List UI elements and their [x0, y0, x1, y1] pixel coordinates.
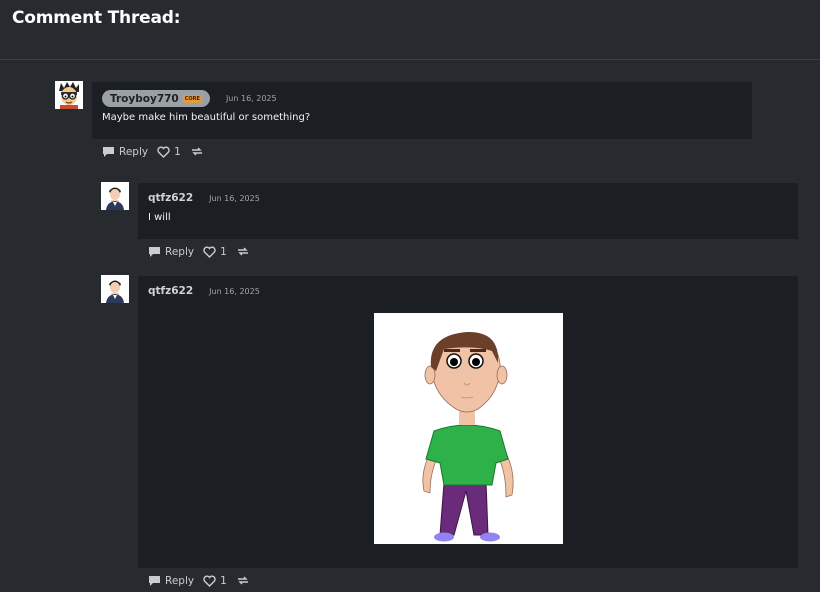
like-count: 1 — [220, 246, 227, 258]
username[interactable]: qtfz622 — [148, 192, 193, 204]
cartoon-character-image — [374, 313, 563, 544]
page-title: Comment Thread: — [12, 8, 181, 28]
comment-date: Jun 16, 2025 — [209, 286, 260, 296]
page-header: Comment Thread: — [0, 0, 820, 60]
like-button[interactable]: 1 — [203, 246, 227, 258]
comment-actions: Reply 1 — [148, 575, 263, 587]
comment-meta: Troyboy770 CORE Jun 16, 2025 — [102, 90, 277, 107]
comment-bubble: qtfz622 Jun 16, 2025 I will — [138, 183, 798, 239]
username[interactable]: qtfz622 — [148, 285, 193, 297]
comment-bubble: qtfz622 Jun 16, 2025 — [138, 276, 798, 568]
comment-icon — [149, 247, 160, 257]
comment-bubble: Troyboy770 CORE Jun 16, 2025 Maybe make … — [92, 82, 752, 139]
comment-actions: Reply 1 — [148, 246, 263, 258]
comment-date: Jun 16, 2025 — [225, 94, 277, 103]
avatar[interactable] — [101, 182, 129, 210]
attached-image[interactable] — [374, 313, 563, 544]
core-badge: CORE — [182, 94, 202, 103]
comment-icon — [103, 147, 114, 157]
avatar[interactable] — [55, 81, 83, 109]
username[interactable]: Troyboy770 — [110, 93, 179, 105]
like-count: 1 — [220, 575, 227, 587]
repost-icon — [191, 147, 202, 156]
like-button[interactable]: 1 — [157, 146, 181, 158]
comment-date: Jun 16, 2025 — [209, 193, 260, 203]
like-button[interactable]: 1 — [203, 575, 227, 587]
reply-button[interactable]: Reply — [148, 246, 194, 258]
comment-actions: Reply 1 — [102, 146, 217, 158]
repost-button[interactable] — [236, 575, 254, 587]
reply-button[interactable]: Reply — [148, 575, 194, 587]
repost-button[interactable] — [190, 146, 208, 158]
reply-button[interactable]: Reply — [102, 146, 148, 158]
reply-label: Reply — [165, 575, 195, 587]
heart-icon — [203, 575, 216, 587]
repost-icon — [237, 247, 248, 256]
reply-label: Reply — [165, 246, 195, 258]
reply-label: Reply — [119, 146, 149, 158]
avatar[interactable] — [101, 275, 129, 303]
repost-icon — [237, 576, 248, 585]
comment-text: Maybe make him beautiful or something? — [102, 112, 311, 123]
comment-text: I will — [148, 212, 171, 223]
comment-icon — [149, 576, 160, 586]
comment-meta: qtfz622 Jun 16, 2025 — [148, 192, 260, 204]
heart-icon — [203, 246, 216, 258]
repost-button[interactable] — [236, 246, 254, 258]
username-chip[interactable]: Troyboy770 CORE — [102, 90, 210, 107]
comment-meta: qtfz622 Jun 16, 2025 — [148, 285, 260, 297]
heart-icon — [157, 146, 170, 158]
like-count: 1 — [174, 146, 181, 158]
